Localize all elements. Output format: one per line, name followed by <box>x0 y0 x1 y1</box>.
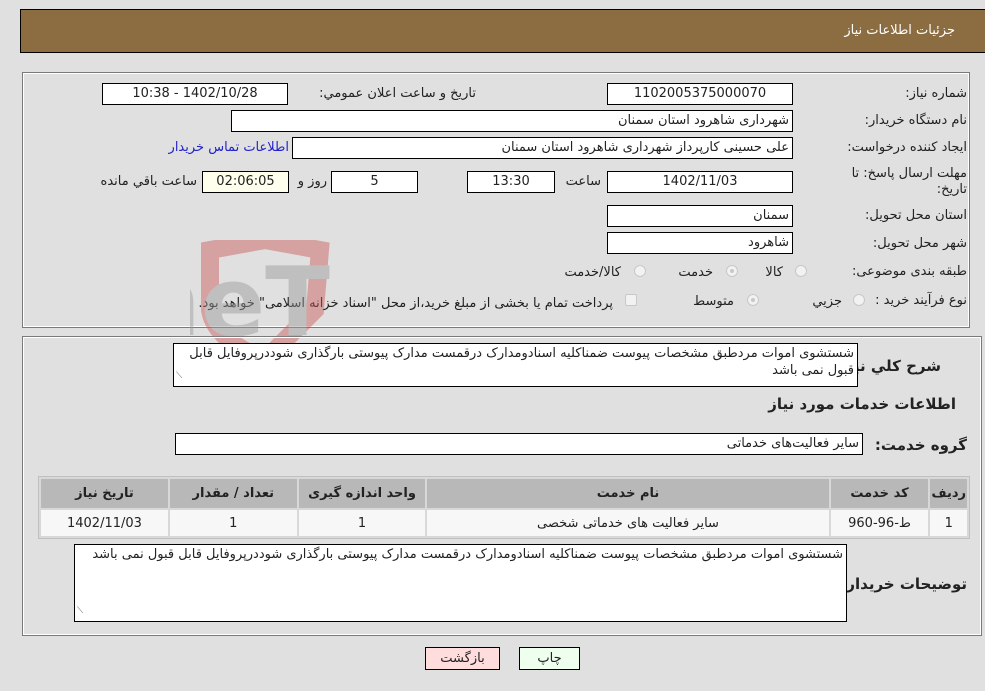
buyer-notes-text: شستشوی اموات مردطبق مشخصات پیوست ضمناکلی… <box>92 547 843 562</box>
col-unit: واحد اندازه گيری <box>298 479 426 508</box>
category-radio-goods[interactable] <box>795 265 807 277</box>
summary-text: شستشوی اموات مردطبق مشخصات پیوست ضمناکلی… <box>189 346 854 378</box>
cell-row-number: 1 <box>930 510 967 536</box>
province-field: سمنان <box>607 205 793 227</box>
service-group-field: سایر فعالیت‌های خدماتی <box>175 433 863 455</box>
creator-field: علی حسینی کارپرداز شهرداری شاهرود استان … <box>292 137 793 159</box>
category-option-service: خدمت <box>678 265 713 280</box>
deadline-date-field: 1402/11/03 <box>607 171 793 193</box>
treasury-note: پرداخت تمام یا بخشی از مبلغ خرید،از محل … <box>198 296 613 311</box>
time-label: ساعت <box>565 174 601 189</box>
buyer-notes-label: توضيحات خريدار: <box>840 575 967 593</box>
deadline-label-2: تاریخ: <box>936 182 967 197</box>
col-row-number: رديف <box>930 479 967 508</box>
services-section-title: اطلاعات خدمات مورد نياز <box>768 395 956 413</box>
buyer-org-field: شهرداری شاهرود استان سمنان <box>231 110 793 132</box>
announce-label: تاریخ و ساعت اعلان عمومي: <box>319 86 476 101</box>
service-group-label: گروه خدمت: <box>874 436 967 454</box>
city-field: شاهرود <box>607 232 793 254</box>
back-button[interactable]: بازگشت <box>425 647 500 670</box>
print-button[interactable]: چاپ <box>519 647 580 670</box>
col-quantity: تعداد / مقدار <box>169 479 297 508</box>
process-radio-medium[interactable] <box>747 294 759 306</box>
summary-textarea[interactable]: شستشوی اموات مردطبق مشخصات پیوست ضمناکلی… <box>173 343 858 387</box>
table-row: 1 ط-96-960 سایر فعالیت های خدماتی شخصی 1… <box>41 510 967 536</box>
category-option-goods-service: کالا/خدمت <box>564 265 621 280</box>
need-number-label: شماره نیاز: <box>905 86 967 101</box>
buyer-notes-textarea[interactable]: شستشوی اموات مردطبق مشخصات پیوست ضمناکلی… <box>74 544 847 622</box>
treasury-checkbox[interactable] <box>625 294 637 306</box>
remaining-time-label: ساعت باقي مانده <box>100 174 197 189</box>
process-radio-minor[interactable] <box>853 294 865 306</box>
province-label: استان محل تحویل: <box>865 208 967 223</box>
cell-service-name: سایر فعالیت های خدماتی شخصی <box>427 510 829 536</box>
col-service-code: کد خدمت <box>830 479 929 508</box>
cell-quantity: 1 <box>169 510 297 536</box>
resize-grip-icon[interactable]: ⟋ <box>77 603 83 620</box>
creator-label: ایجاد کننده درخواست: <box>847 140 967 155</box>
cell-unit: 1 <box>298 510 426 536</box>
services-table: رديف کد خدمت نام خدمت واحد اندازه گيری ت… <box>38 476 970 539</box>
remaining-time-field: 02:06:05 <box>202 171 289 193</box>
deadline-label: مهلت ارسال پاسخ: تا <box>851 166 967 181</box>
days-label: روز و <box>297 174 327 189</box>
category-label: طبقه بندی موضوعی: <box>851 264 967 279</box>
buyer-org-label: نام دستگاه خریدار: <box>864 113 967 128</box>
col-service-name: نام خدمت <box>427 479 829 508</box>
category-option-goods: کالا <box>765 265 783 280</box>
category-radio-goods-service[interactable] <box>634 265 646 277</box>
city-label: شهر محل تحویل: <box>872 236 967 251</box>
page-title: جزئیات اطلاعات نیاز <box>844 23 955 38</box>
process-label: نوع فرآیند خرید : <box>875 293 967 308</box>
deadline-time-field: 13:30 <box>467 171 555 193</box>
process-option-medium: متوسط <box>693 294 734 309</box>
need-number-field: 1102005375000070 <box>607 83 793 105</box>
days-remaining-field: 5 <box>331 171 418 193</box>
page-header: جزئیات اطلاعات نیاز <box>20 9 985 53</box>
resize-grip-icon[interactable]: ⟋ <box>176 368 182 385</box>
col-need-date: تاريخ نياز <box>41 479 168 508</box>
category-radio-service[interactable] <box>726 265 738 277</box>
cell-service-code: ط-96-960 <box>830 510 929 536</box>
process-option-minor: جزيي <box>812 294 842 309</box>
cell-need-date: 1402/11/03 <box>41 510 168 536</box>
table-header-row: رديف کد خدمت نام خدمت واحد اندازه گيری ت… <box>41 479 967 508</box>
announce-datetime-field: 1402/10/28 - 10:38 <box>102 83 288 105</box>
buyer-contact-link[interactable]: اطلاعات تماس خریدار <box>169 140 289 155</box>
